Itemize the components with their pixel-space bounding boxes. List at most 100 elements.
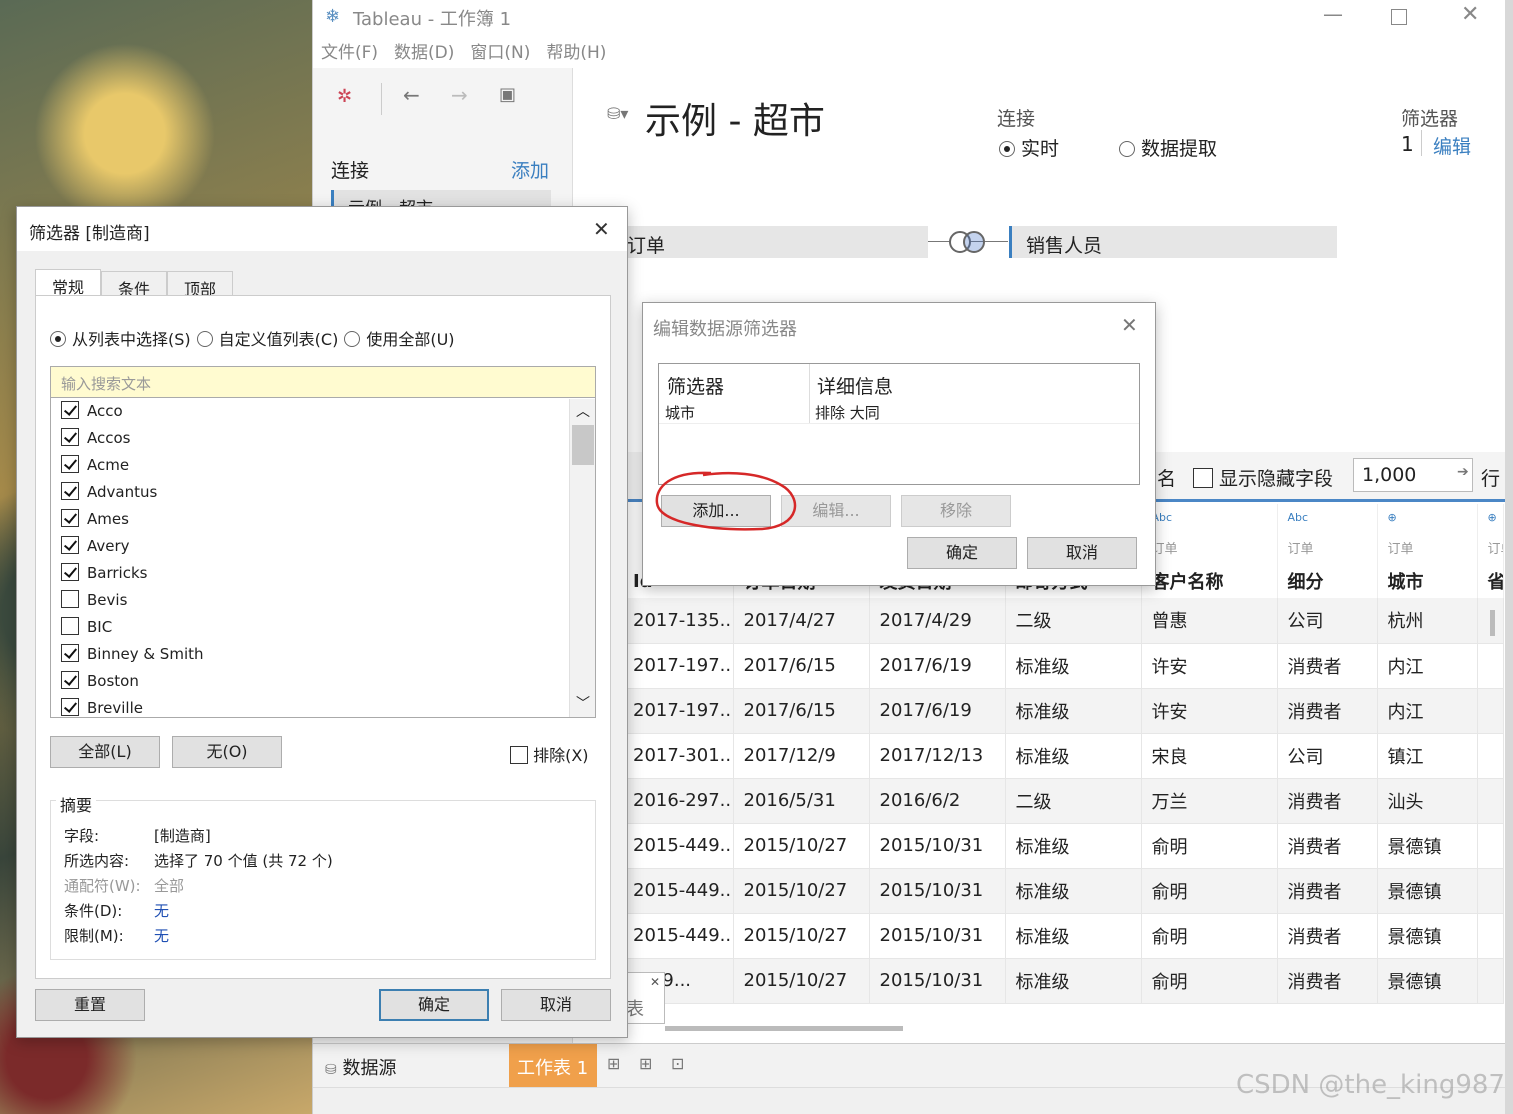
select-all-button[interactable]: 全部(L) [50, 736, 160, 768]
rows-label: 行 [1481, 468, 1501, 490]
column-meta: 订单 [1477, 530, 1504, 564]
menu-item[interactable]: 窗口(N) [470, 43, 530, 63]
table-cell: 2015-449... [623, 823, 734, 869]
show-hidden-fields[interactable]: 显示隐藏字段 [1193, 464, 1333, 491]
tableau-home-icon[interactable]: ✲ [337, 86, 352, 107]
table-cell: 2017/12/9 [733, 733, 870, 779]
scroll-thumb[interactable] [572, 425, 594, 465]
list-item[interactable]: BIC [51, 614, 595, 641]
table-cell: 2015/10/27 [733, 868, 870, 914]
new-story-icon[interactable]: ⊡ [671, 1054, 684, 1073]
mode-option[interactable]: 从列表中选择(S) [50, 330, 191, 349]
close-icon[interactable]: ✕ [593, 217, 610, 241]
save-icon[interactable]: ▣ [499, 84, 516, 105]
table-cell: 2015/10/31 [869, 958, 1006, 1004]
tab-condition[interactable]: 条件 [101, 271, 168, 299]
summary-row: 字段: [制造商] [64, 824, 584, 849]
forward-arrow-icon[interactable]: → [451, 83, 468, 107]
grid-scrollbar-h[interactable] [665, 1026, 903, 1031]
database-icon[interactable]: ⛁▾ [607, 104, 628, 123]
tab-top[interactable]: 顶部 [167, 271, 234, 299]
checkbox-icon[interactable] [61, 671, 79, 689]
cancel-button[interactable]: 取消 [501, 989, 611, 1021]
select-none-button[interactable]: 无(O) [172, 736, 282, 768]
maximize-icon[interactable] [1391, 9, 1407, 25]
rows-limit-input[interactable]: 1,000 [1353, 458, 1473, 492]
table-cell: 2015/10/27 [733, 823, 870, 869]
minimize-icon[interactable]: — [1323, 2, 1343, 26]
back-arrow-icon[interactable]: ← [403, 83, 420, 107]
column-meta: Abc [1277, 504, 1378, 530]
tab-general[interactable]: 常规 [35, 269, 102, 297]
close-icon[interactable]: ✕ [1121, 313, 1138, 337]
column-meta: Abc [1141, 504, 1278, 530]
extract-option[interactable]: 数据提取 [1119, 134, 1217, 161]
add-connection-link[interactable]: 添加 [511, 156, 549, 183]
live-option[interactable]: 实时 [999, 134, 1059, 161]
menu-item[interactable]: 文件(F) [321, 43, 378, 63]
table-cell: 2017-301... [623, 733, 734, 779]
reset-button[interactable]: 重置 [35, 989, 145, 1021]
scroll-down-icon[interactable]: ﹀ [576, 693, 590, 713]
column-meta: 订单 [1377, 530, 1478, 564]
search-input[interactable]: 输入搜索文本 [50, 366, 596, 398]
close-icon[interactable]: ✕ [1461, 2, 1479, 27]
table-sales-people[interactable]: 销售人员 [1009, 226, 1337, 258]
datasource-name[interactable]: 示例 - 超市 [645, 92, 825, 144]
checkbox-icon[interactable] [61, 590, 79, 608]
column-header[interactable]: 客户名称 [1141, 564, 1278, 598]
name-toggle-label[interactable]: 名 [1157, 464, 1176, 491]
checkbox-icon[interactable] [61, 536, 79, 554]
checkbox-icon[interactable] [61, 617, 79, 635]
list-item[interactable]: Boston [51, 668, 595, 695]
summary-key: 通配符(W): [64, 877, 141, 895]
checkbox-icon[interactable] [61, 644, 79, 662]
rows-arrow-icon[interactable]: ➔ [1457, 464, 1469, 480]
list-scrollbar[interactable]: ︿ ﹀ [569, 399, 595, 717]
new-sheet-icon[interactable]: ⊞ [607, 1054, 620, 1073]
tab-sheet-1[interactable]: 工作表 1 [509, 1044, 597, 1088]
mode-option[interactable]: 使用全部(U) [344, 330, 455, 349]
list-item[interactable]: Advantus [51, 479, 595, 506]
list-item[interactable]: Breville [51, 695, 595, 717]
tab-datasource[interactable]: ⛁ 数据源 [325, 1054, 396, 1080]
column-header[interactable]: 城市 [1377, 564, 1478, 598]
table-cell: 2017/6/19 [869, 643, 1006, 689]
table-orders[interactable]: 订单 [623, 226, 928, 258]
tooltip-close-icon[interactable]: ✕ [650, 975, 660, 989]
list-item[interactable]: Barricks [51, 560, 595, 587]
filters-count: 1 [1401, 132, 1414, 156]
checkbox-icon[interactable] [61, 482, 79, 500]
list-item[interactable]: Accos [51, 425, 595, 452]
list-item[interactable]: Avery [51, 533, 595, 560]
checkbox-icon[interactable] [61, 698, 79, 716]
exclude-checkbox[interactable]: 排除(X) [510, 742, 589, 766]
menu-item[interactable]: 帮助(H) [546, 43, 606, 63]
filter-row[interactable]: 城市 排除 大同 [659, 400, 1139, 424]
checkbox-icon[interactable] [61, 563, 79, 581]
list-item[interactable]: Bevis [51, 587, 595, 614]
join-right-circle-icon[interactable] [963, 231, 985, 253]
new-dashboard-icon[interactable]: ⊞ [639, 1054, 652, 1073]
list-item[interactable]: Ames [51, 506, 595, 533]
remove-filter-button[interactable]: 移除 [901, 495, 1011, 527]
filter-tabs: 常规 条件 顶部 [35, 269, 234, 299]
edit-filters-link[interactable]: 编辑 [1433, 132, 1471, 159]
checkbox-icon[interactable] [61, 428, 79, 446]
list-item[interactable]: Acco [51, 398, 595, 425]
mode-option[interactable]: 自定义值列表(C) [196, 330, 338, 349]
grid-scrollbar-v[interactable] [1490, 610, 1495, 636]
checkbox-icon[interactable] [61, 509, 79, 527]
list-item[interactable]: Acme [51, 452, 595, 479]
ok-button[interactable]: 确定 [379, 989, 489, 1021]
column-header[interactable]: 省 [1477, 564, 1504, 598]
menu-item[interactable]: 数据(D) [394, 43, 454, 63]
checkbox-icon[interactable] [61, 455, 79, 473]
checkbox-icon[interactable] [61, 401, 79, 419]
table-cell [1477, 868, 1504, 914]
list-item[interactable]: Binney & Smith [51, 641, 595, 668]
ok-button[interactable]: 确定 [907, 537, 1017, 569]
scroll-up-icon[interactable]: ︿ [576, 401, 590, 421]
column-header[interactable]: 细分 [1277, 564, 1378, 598]
cancel-button[interactable]: 取消 [1027, 537, 1137, 569]
